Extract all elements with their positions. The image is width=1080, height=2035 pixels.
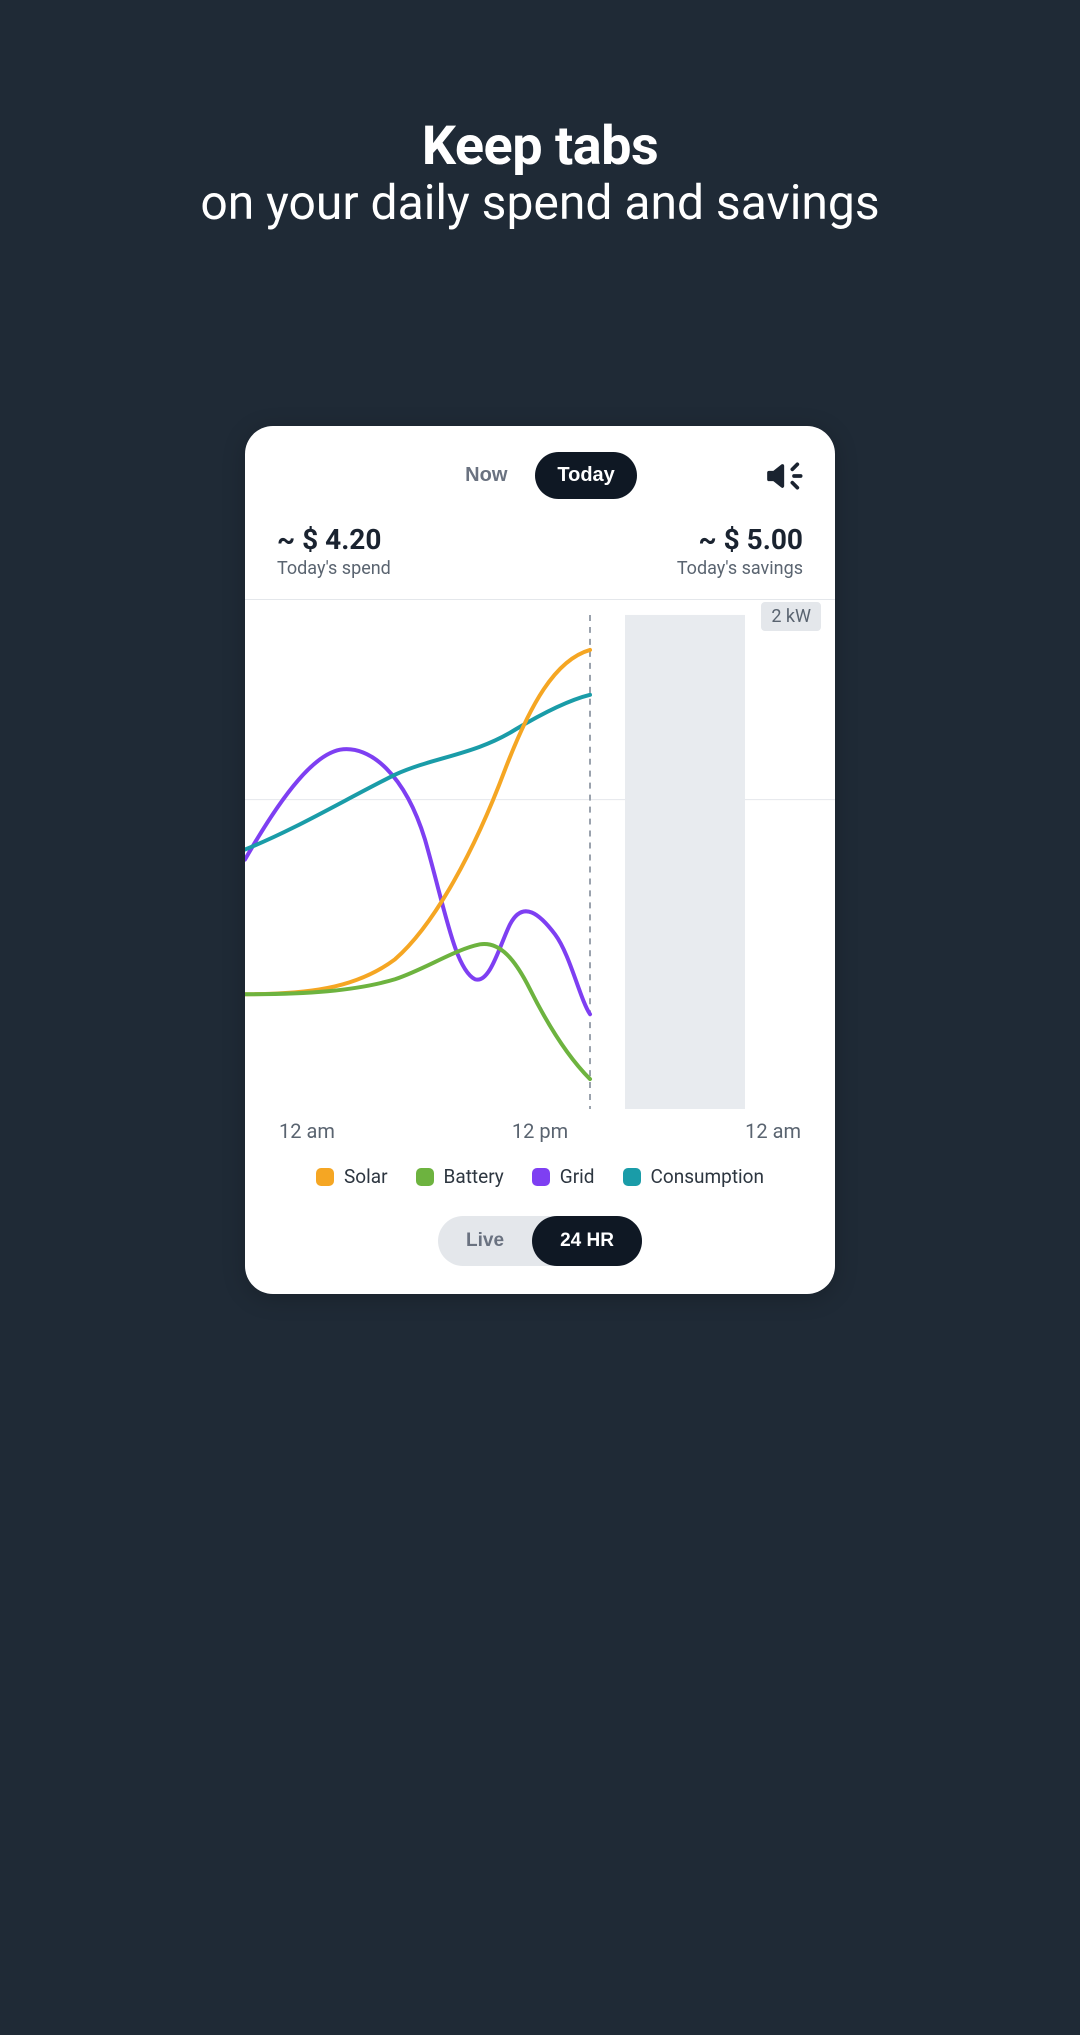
page-heading: Keep tabs on your daily spend and saving… (0, 115, 1080, 231)
energy-card: Now Today ~ $ 4.20 Today's spend ~ $ 5.0… (245, 426, 835, 1294)
chart-legend: Solar Battery Grid Consumption (275, 1165, 805, 1188)
swatch-grid (532, 1168, 550, 1186)
legend-grid: Grid (532, 1165, 595, 1188)
legend-consumption: Consumption (623, 1165, 764, 1188)
x-label-left: 12 am (279, 1119, 335, 1143)
announcement-icon[interactable] (763, 455, 805, 497)
spend-value: ~ $ 4.20 (277, 523, 391, 556)
timeframe-tabs: Live 24 HR (275, 1216, 805, 1266)
savings-label: Today's savings (677, 558, 803, 579)
heading-bold: Keep tabs (0, 115, 1080, 178)
y-axis-badge: 2 kW (761, 602, 821, 631)
chart-area: 2 kW (245, 599, 835, 1109)
x-label-right: 12 am (745, 1119, 801, 1143)
x-axis-labels: 12 am 12 pm 12 am (275, 1109, 805, 1143)
swatch-solar (316, 1168, 334, 1186)
metrics-row: ~ $ 4.20 Today's spend ~ $ 5.00 Today's … (275, 523, 805, 579)
energy-line-chart (245, 600, 835, 1109)
view-tabs: Now Today (443, 452, 637, 499)
swatch-battery (416, 1168, 434, 1186)
tab-today[interactable]: Today (535, 452, 636, 499)
spend-label: Today's spend (277, 558, 391, 579)
metric-savings: ~ $ 5.00 Today's savings (677, 523, 803, 579)
tab-24hr[interactable]: 24 HR (532, 1216, 642, 1266)
savings-value: ~ $ 5.00 (677, 523, 803, 556)
legend-battery: Battery (416, 1165, 504, 1188)
heading-light: on your daily spend and savings (0, 174, 1080, 231)
x-label-mid: 12 pm (512, 1119, 568, 1143)
legend-solar: Solar (316, 1165, 388, 1188)
tab-live[interactable]: Live (438, 1216, 532, 1266)
swatch-consumption (623, 1168, 641, 1186)
tab-now[interactable]: Now (443, 452, 529, 499)
top-row: Now Today (275, 452, 805, 499)
metric-spend: ~ $ 4.20 Today's spend (277, 523, 391, 579)
